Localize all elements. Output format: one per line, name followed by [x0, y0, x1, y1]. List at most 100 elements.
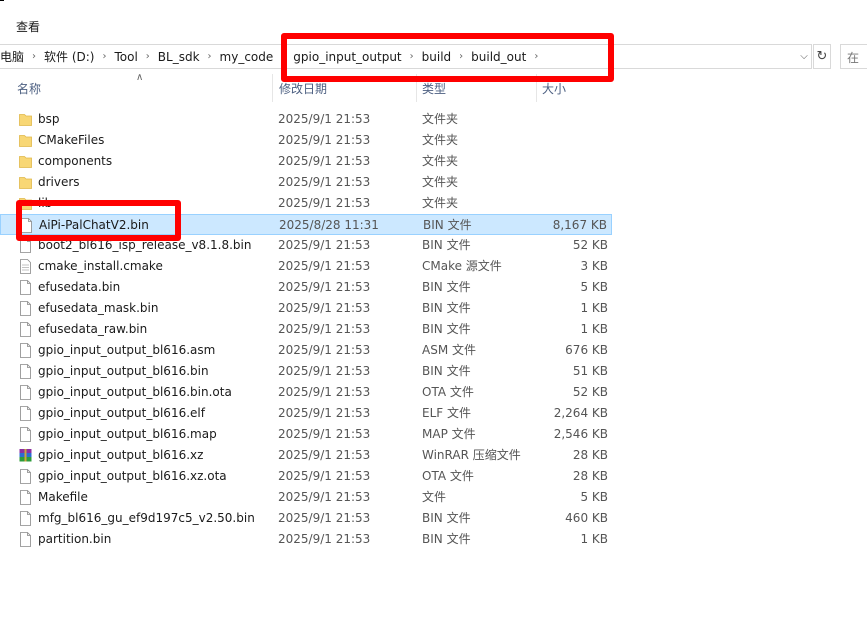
file-date: 2025/9/1 21:53: [278, 133, 371, 147]
file-size: 28 KB: [572, 469, 608, 483]
column-size[interactable]: 大小: [536, 74, 616, 102]
chevron-down-icon[interactable]: ⌵: [796, 44, 812, 69]
file-icon: [19, 469, 32, 484]
file-icon: [19, 406, 32, 421]
file-row[interactable]: bsp 2025/9/1 21:53 文件夹: [0, 109, 612, 130]
folder-icon: [19, 196, 32, 211]
file-date: 2025/9/1 21:53: [278, 511, 371, 525]
file-row[interactable]: gpio_input_output_bl616.bin 2025/9/1 21:5…: [0, 361, 612, 382]
breadcrumb-item[interactable]: gpio_input_output ›: [293, 45, 421, 68]
chevron-right-icon[interactable]: ›: [206, 51, 220, 62]
column-date[interactable]: 修改日期: [272, 74, 416, 102]
file-type: BIN 文件: [422, 532, 471, 546]
file-row[interactable]: gpio_input_output_bl616.xz.ota 2025/9/1 2…: [0, 466, 612, 487]
chevron-right-icon[interactable]: ›: [144, 51, 158, 62]
file-date: 2025/9/1 21:53: [278, 301, 371, 315]
file-name: gpio_input_output_bl616.xz.ota: [38, 469, 227, 483]
file-icon: [19, 343, 32, 358]
file-date: 2025/9/1 21:53: [278, 154, 371, 168]
file-row[interactable]: efusedata_mask.bin 2025/9/1 21:53 BIN 文件 1 …: [0, 298, 612, 319]
file-row[interactable]: partition.bin 2025/9/1 21:53 BIN 文件 1 KB: [0, 529, 612, 550]
breadcrumb-item[interactable]: BL_sdk ›: [158, 45, 220, 68]
breadcrumb-label: my_code: [219, 49, 274, 64]
file-type: BIN 文件: [422, 511, 471, 525]
address-bar[interactable]: 电脑 › 软件 (D:) › Tool › BL_sdk › my_code › gpio_inpu…: [0, 44, 812, 69]
search-input[interactable]: 在: [840, 44, 867, 69]
file-date: 2025/9/1 21:53: [278, 406, 371, 420]
file-type: 文件夹: [422, 154, 459, 168]
file-row[interactable]: mfg_bl616_gu_ef9d197c5_v2.50.bin 2025/9/1…: [0, 508, 612, 529]
file-date: 2025/9/1 21:53: [278, 343, 371, 357]
breadcrumb-label: gpio_input_output: [293, 49, 402, 64]
breadcrumb-item[interactable]: my_code ›: [220, 45, 294, 68]
file-size: 1 KB: [580, 532, 608, 546]
file-type: 文件夹: [422, 196, 459, 210]
breadcrumb-item[interactable]: build_out ›: [471, 45, 546, 68]
chevron-right-icon[interactable]: ›: [100, 51, 114, 62]
file-name: gpio_input_output_bl616.elf: [38, 406, 205, 420]
file-icon: [19, 364, 32, 379]
file-type: OTA 文件: [422, 385, 474, 399]
file-icon: [19, 427, 32, 442]
file-row[interactable]: CMakeFiles 2025/9/1 21:53 文件夹: [0, 130, 612, 151]
file-size: 460 KB: [565, 511, 608, 525]
file-name: bsp: [38, 112, 60, 126]
breadcrumb-label: 电脑: [0, 50, 25, 64]
file-name: gpio_input_output_bl616.bin.ota: [38, 385, 232, 399]
column-type[interactable]: 类型: [416, 74, 536, 102]
file-icon: [19, 385, 32, 400]
file-date: 2025/9/1 21:53: [278, 532, 371, 546]
menu-view[interactable]: 查看: [16, 18, 40, 35]
file-row[interactable]: gpio_input_output_bl616.map 2025/9/1 21:5…: [0, 424, 612, 445]
breadcrumb-label: Tool: [114, 49, 138, 64]
file-icon: [19, 238, 32, 253]
folder-icon: [19, 112, 32, 127]
file-date: 2025/9/1 21:53: [278, 469, 371, 483]
breadcrumb-item[interactable]: build ›: [422, 45, 472, 68]
file-name: gpio_input_output_bl616.map: [38, 427, 217, 441]
file-type: 文件夹: [422, 133, 459, 147]
file-date: 2025/9/1 21:53: [278, 448, 371, 462]
breadcrumb-item[interactable]: 软件 (D:) ›: [44, 45, 114, 68]
file-type: 文件夹: [422, 175, 459, 189]
file-type: BIN 文件: [422, 301, 471, 315]
folder-icon: [19, 133, 32, 148]
file-row[interactable]: boot2_bl616_isp_release_v8.1.8.bin 2025/9…: [0, 235, 612, 256]
file-row[interactable]: gpio_input_output_bl616.elf 2025/9/1 21:5…: [0, 403, 612, 424]
file-name: components: [38, 154, 113, 168]
file-type: ELF 文件: [422, 406, 471, 420]
file-row[interactable]: gpio_input_output_bl616.asm 2025/9/1 21:5…: [0, 340, 612, 361]
breadcrumb-label: 软件 (D:): [44, 50, 95, 64]
file-size: 1 KB: [580, 301, 608, 315]
chevron-right-icon[interactable]: ›: [279, 51, 293, 62]
breadcrumb-item[interactable]: 电脑 ›: [0, 45, 44, 68]
file-row[interactable]: drivers 2025/9/1 21:53 文件夹: [0, 172, 612, 193]
chevron-right-icon[interactable]: ›: [532, 51, 546, 62]
file-icon: [19, 280, 32, 295]
file-row[interactable]: cmake_install.cmake 2025/9/1 21:53 CMake 源…: [0, 256, 612, 277]
chevron-right-icon[interactable]: ›: [408, 51, 422, 62]
file-date: 2025/9/1 21:53: [278, 385, 371, 399]
file-date: 2025/9/1 21:53: [278, 196, 371, 210]
file-row[interactable]: Makefile 2025/9/1 21:53 文件 5 KB: [0, 487, 612, 508]
file-type: CMake 源文件: [422, 259, 502, 273]
file-type: BIN 文件: [422, 364, 471, 378]
file-row[interactable]: gpio_input_output_bl616.bin.ota 2025/9/1 …: [0, 382, 612, 403]
file-size: 52 KB: [572, 385, 608, 399]
file-name: AiPi-PalChatV2.bin: [39, 218, 149, 232]
breadcrumb-item[interactable]: Tool ›: [114, 45, 157, 68]
file-name: gpio_input_output_bl616.asm: [38, 343, 216, 357]
refresh-icon[interactable]: ↻: [813, 44, 831, 69]
chevron-right-icon[interactable]: ›: [30, 51, 44, 62]
column-name[interactable]: 名称: [17, 74, 272, 102]
file-date: 2025/9/1 21:53: [278, 364, 371, 378]
window-edge: [0, 0, 4, 1]
file-row[interactable]: AiPi-PalChatV2.bin 2025/8/28 11:31 BIN 文件 8…: [0, 214, 612, 235]
file-row[interactable]: efusedata_raw.bin 2025/9/1 21:53 BIN 文件 1 K…: [0, 319, 612, 340]
file-row[interactable]: efusedata.bin 2025/9/1 21:53 BIN 文件 5 KB: [0, 277, 612, 298]
file-type: BIN 文件: [422, 322, 471, 336]
chevron-right-icon[interactable]: ›: [457, 51, 471, 62]
file-row[interactable]: components 2025/9/1 21:53 文件夹: [0, 151, 612, 172]
file-row[interactable]: lib 2025/9/1 21:53 文件夹: [0, 193, 612, 214]
file-row[interactable]: gpio_input_output_bl616.xz 2025/9/1 21:53…: [0, 445, 612, 466]
